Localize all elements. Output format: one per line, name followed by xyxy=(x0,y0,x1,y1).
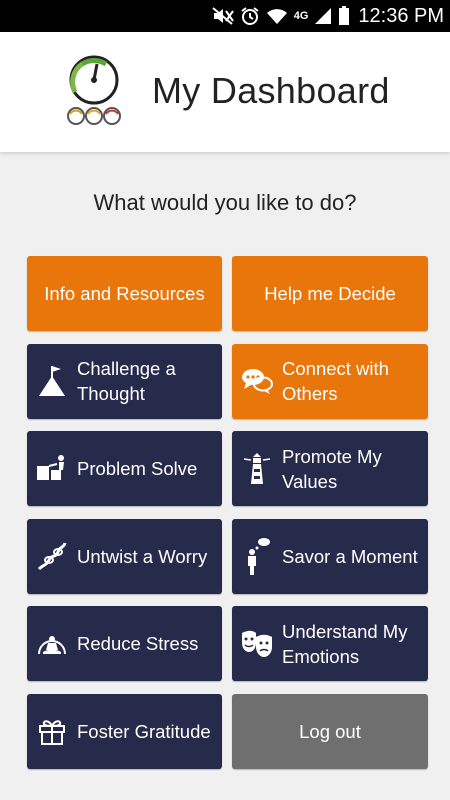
person-thought-icon xyxy=(238,536,276,576)
alarm-icon xyxy=(240,6,260,26)
tile-label: Connect with Others xyxy=(282,358,389,404)
twisted-rope-icon xyxy=(33,540,71,572)
lighthouse-icon xyxy=(238,451,276,487)
reduce-stress-button[interactable]: Reduce Stress xyxy=(27,606,222,681)
page-title: My Dashboard xyxy=(152,70,390,111)
app-header: My Dashboard xyxy=(0,32,450,152)
mute-icon xyxy=(212,7,234,25)
info-resources-button[interactable]: Info and Resources xyxy=(27,256,222,331)
tile-label: Promote My Values xyxy=(282,445,382,492)
tile-label: Untwist a Worry xyxy=(77,545,208,567)
challenge-thought-button[interactable]: Challenge a Thought xyxy=(27,343,222,419)
tile-label: Savor a Moment xyxy=(282,545,418,567)
untwist-worry-button[interactable]: Untwist a Worry xyxy=(27,518,222,594)
network-type: 4G xyxy=(293,10,309,22)
person-blocks-icon xyxy=(33,454,71,484)
status-icons: 4G xyxy=(212,6,351,26)
savor-moment-button[interactable]: Savor a Moment xyxy=(232,518,428,594)
tile-label: Log out xyxy=(299,720,361,742)
dashboard-gauge-logo xyxy=(62,52,126,132)
theater-masks-icon xyxy=(238,629,276,659)
problem-solve-button[interactable]: Problem Solve xyxy=(27,431,222,506)
meditation-icon xyxy=(33,630,71,658)
status-bar: 4G 12:36 PM xyxy=(0,0,450,32)
chat-bubbles-icon xyxy=(238,367,276,395)
status-time: 12:36 PM xyxy=(358,4,444,27)
promote-values-button[interactable]: Promote My Values xyxy=(232,431,428,506)
understand-emotions-button[interactable]: Understand My Emotions xyxy=(232,606,428,681)
tile-label: Info and Resources xyxy=(44,283,205,304)
tile-label: Problem Solve xyxy=(77,458,198,479)
summit-flag-icon xyxy=(33,364,71,398)
help-me-decide-button[interactable]: Help me Decide xyxy=(232,256,428,331)
tile-label: Reduce Stress xyxy=(77,633,199,654)
prompt-text: What would you like to do? xyxy=(93,190,357,215)
signal-icon xyxy=(314,7,332,25)
battery-icon xyxy=(338,6,350,26)
gift-icon xyxy=(33,716,71,746)
action-grid: Info and Resources Help me Decide Challe… xyxy=(27,256,428,769)
tile-label: Foster Gratitude xyxy=(77,720,211,742)
tile-label: Understand My Emotions xyxy=(282,620,408,667)
foster-gratitude-button[interactable]: Foster Gratitude xyxy=(27,693,222,769)
connect-others-button[interactable]: Connect with Others xyxy=(232,343,428,419)
logout-button[interactable]: Log out xyxy=(232,693,428,769)
wifi-icon xyxy=(266,7,288,25)
tile-label: Help me Decide xyxy=(264,283,396,304)
tile-label: Challenge a Thought xyxy=(77,358,176,404)
